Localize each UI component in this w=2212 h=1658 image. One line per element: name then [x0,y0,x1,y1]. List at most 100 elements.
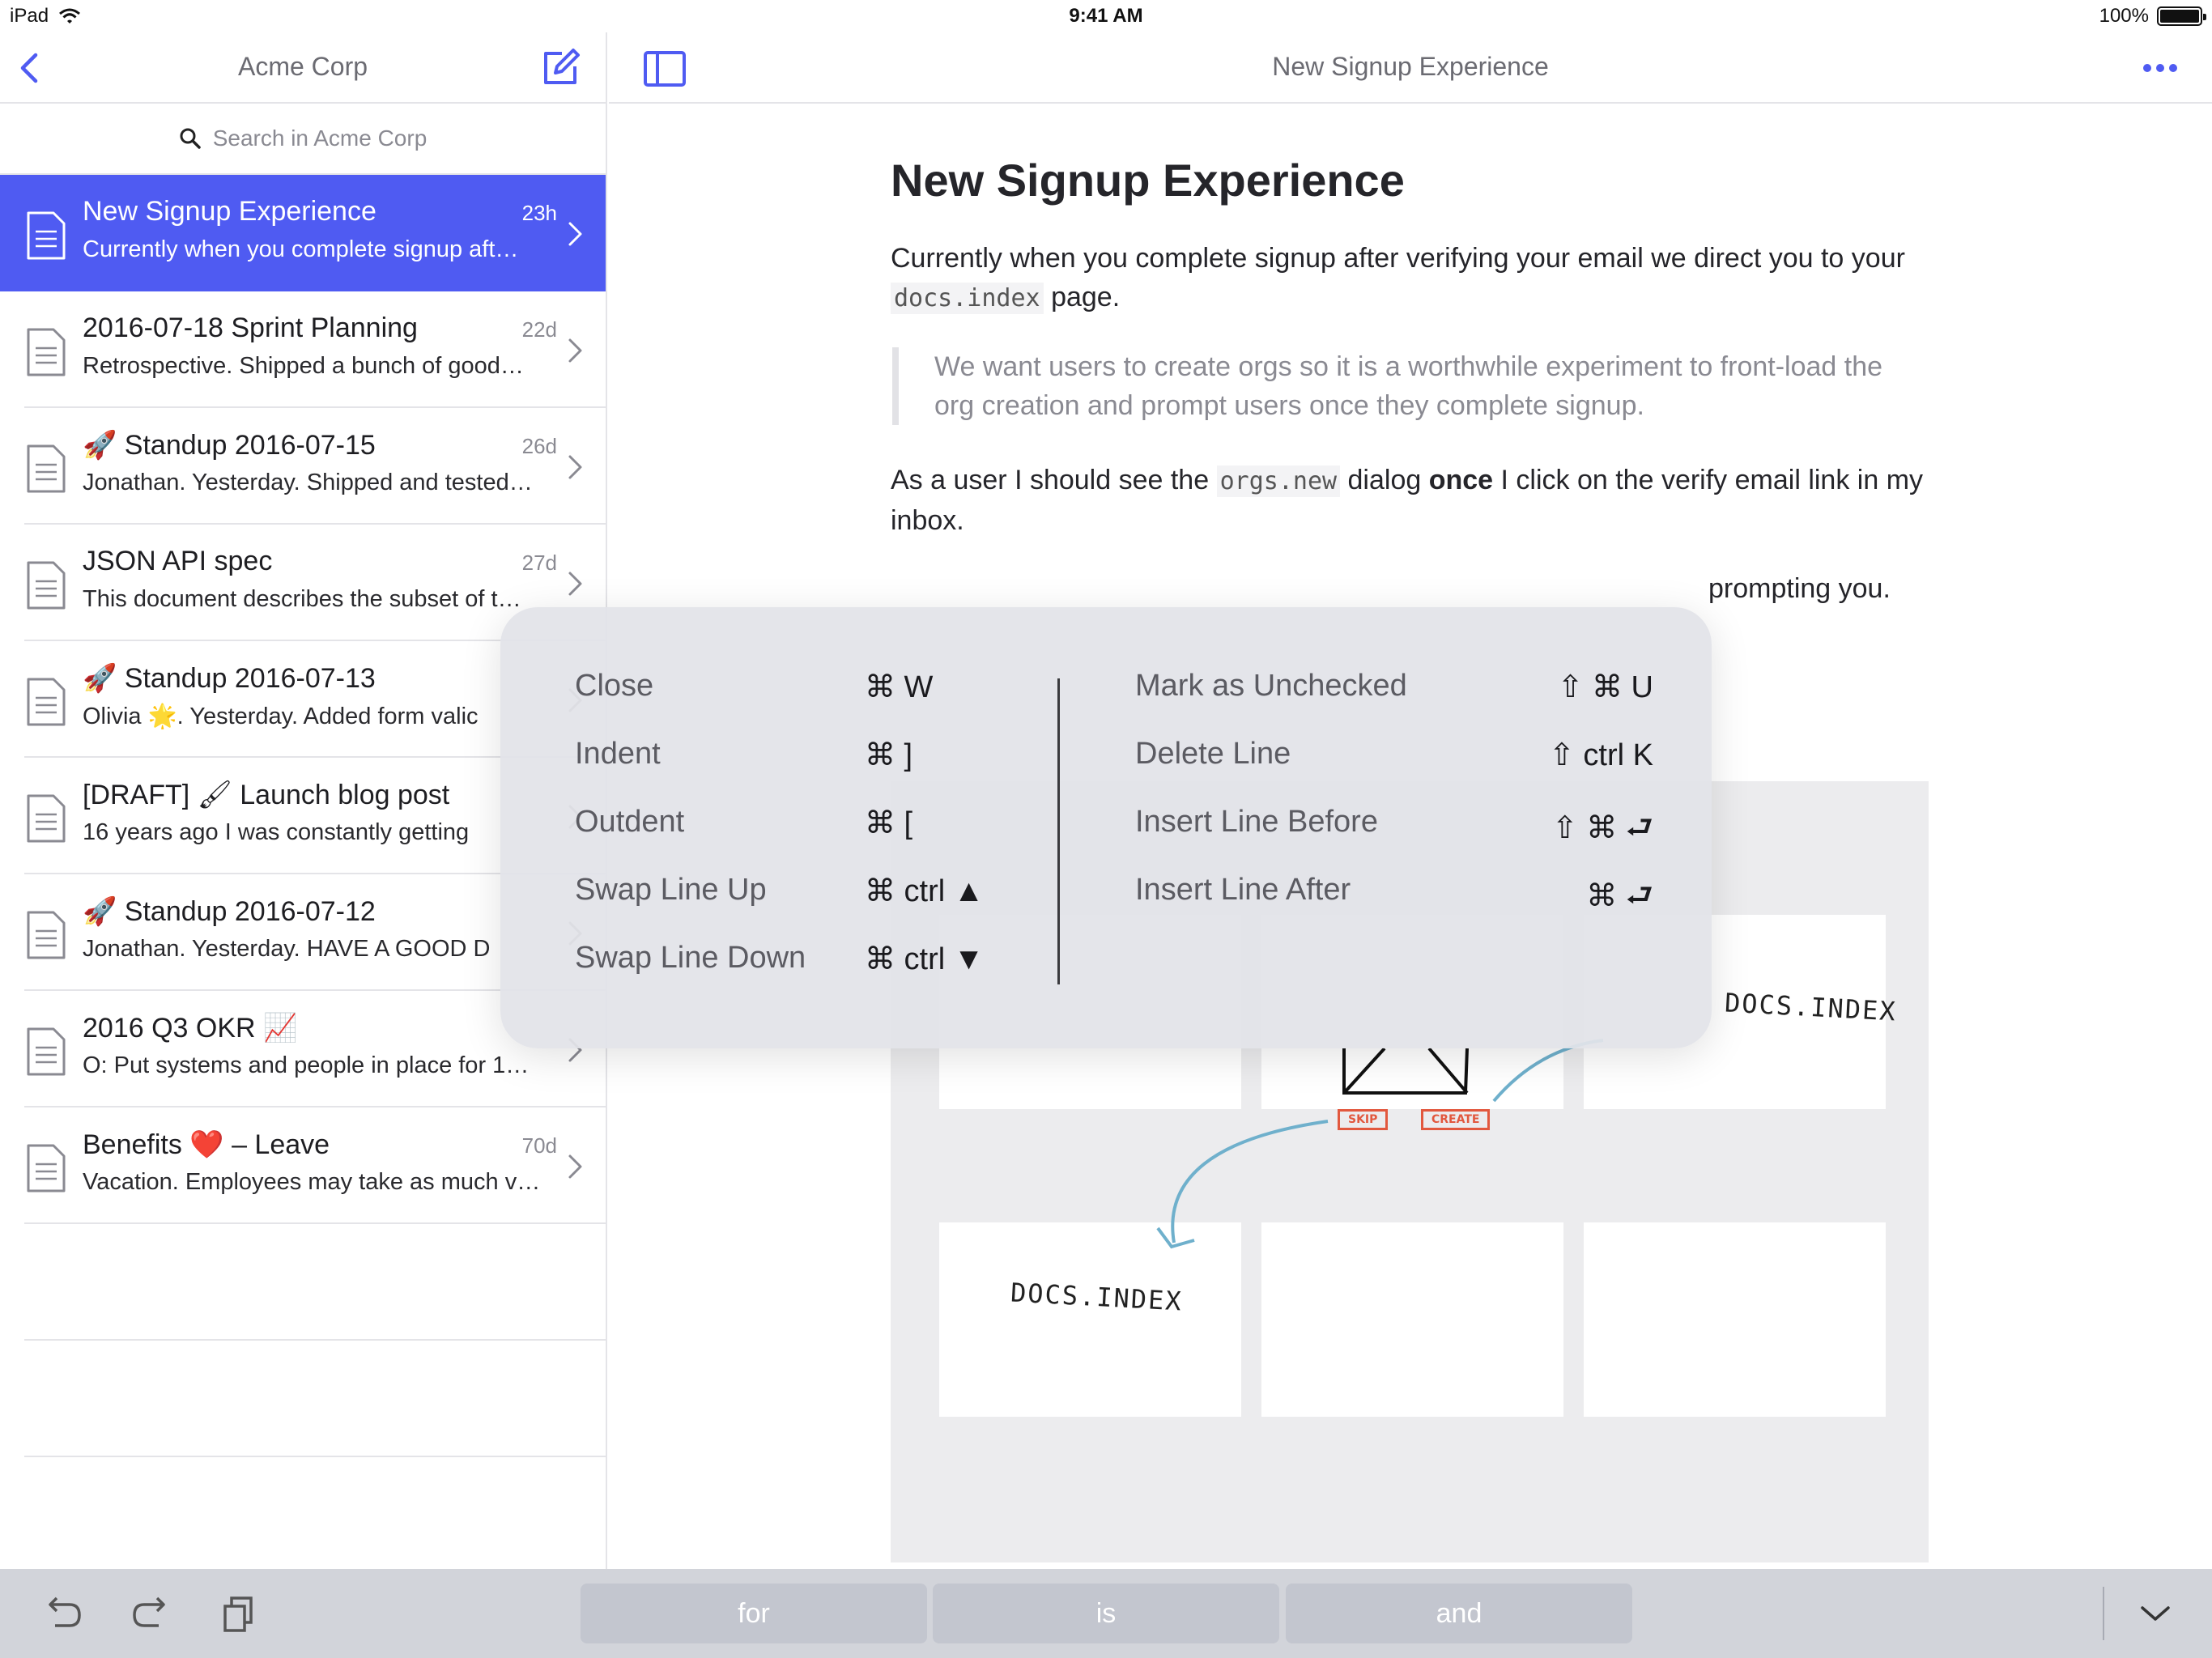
shortcut-keys: ⌘ [ [865,806,913,840]
paragraph: As a user I should see the orgs.new dial… [891,465,1924,536]
document-item-2[interactable]: 2016-07-18 Sprint Planning Retrospective… [24,291,606,408]
search-placeholder: Search in Acme Corp [212,125,428,151]
shortcut-keys: ⌘ ctrl ▲ [865,874,985,908]
document-body[interactable]: New Signup Experience Currently when you… [891,154,1943,637]
shortcut-keys: ⇧ ⌘ ⮐ [1551,811,1653,845]
hide-keyboard-icon[interactable] [2134,1593,2176,1634]
shortcut-keys: ⌘ ctrl ▼ [865,942,985,976]
shortcut-keys: ⌘ ⮐ [1586,879,1653,913]
document-title: 2016 Q3 OKR 📈 [83,1013,298,1044]
paragraph: prompting you. [891,569,1935,608]
document-title: JSON API spec [83,546,273,576]
shortcut-name: Swap Line Up [575,873,767,907]
chevron-right-icon [568,455,582,479]
document-icon [27,1144,66,1192]
collection-title: Acme Corp [237,52,368,81]
compose-icon[interactable] [539,47,581,89]
suggestion-is[interactable]: is [933,1584,1279,1643]
document-title: New Signup Experience [83,196,376,227]
shortcut-row: Close ⌘ W [575,669,1142,717]
paragraph: Currently when you complete signup after… [891,243,1905,314]
shortcut-name: Mark as Unchecked [1135,669,1407,703]
shortcut-row: Swap Line Down ⌘ ctrl ▼ [575,941,1142,989]
shortcut-name: Insert Line After [1135,873,1351,907]
keyboard-shortcuts-overlay: Close ⌘ W Indent ⌘ ] Outdent ⌘ [ Swap Line Up ⌘… [500,607,1712,1048]
suggestion-for[interactable]: for [581,1584,927,1643]
shortcut-row: Mark as Unchecked ⇧ ⌘ U [1135,669,1653,717]
document-icon [27,211,66,260]
shortcut-name: Swap Line Down [575,941,806,975]
search-bar[interactable]: Search in Acme Corp [0,104,606,175]
shortcut-name: Indent [575,737,661,771]
document-snippet: Jonathan. Yesterday. Shipped and tested… [83,470,533,495]
document-icon [27,678,66,726]
search-icon [180,128,201,149]
document-icon [27,328,66,376]
chevron-right-icon [568,222,582,246]
shortcut-keys: ⇧ ⌘ U [1557,670,1653,704]
document-snippet: This document describes the subset of t… [83,586,521,612]
document-title: 🚀 Standup 2016-07-15 [83,430,376,461]
document-icon [27,444,66,493]
shortcut-row: Swap Line Up ⌘ ctrl ▲ [575,873,1142,921]
document-age: 70d [521,1133,557,1158]
clock: 9:41 AM [1069,5,1143,27]
chevron-right-icon [568,1154,582,1179]
shortcut-row: Outdent ⌘ [ [575,805,1142,853]
document-age: 27d [521,551,557,575]
document-snippet: Retrospective. Shipped a bunch of good… [83,353,524,379]
document-icon [27,1027,66,1076]
status-bar: iPad 9:41 AM 100% [0,0,2212,32]
document-item-3[interactable]: 🚀 Standup 2016-07-15 Jonathan. Yesterday… [24,408,606,525]
document-title: 🚀 Standup 2016-07-12 [83,896,376,927]
inline-code: docs.index [891,283,1044,314]
shortcut-keys: ⇧ ctrl K [1549,738,1653,772]
battery-percent: 100% [2099,5,2149,27]
battery-icon [2157,6,2206,26]
document-age: 23h [521,201,557,225]
bold-text: once [1428,465,1494,495]
document-snippet: Currently when you complete signup aft… [83,236,519,262]
document-icon [27,561,66,610]
blockquote: We want users to create orgs so it is a … [892,347,1896,425]
document-title: Benefits ❤️ – Leave [83,1129,330,1160]
document-age: 22d [521,317,557,342]
suggestion-and[interactable]: and [1286,1584,1632,1643]
document-item-9[interactable]: Benefits ❤️ – Leave Vacation. Employees … [24,1107,606,1224]
sidebar-header: Acme Corp [0,32,606,104]
document-snippet: Vacation. Employees may take as much v… [83,1169,541,1195]
editor-header: New Signup Experience [609,32,2212,104]
chevron-right-icon [568,338,582,363]
shortcut-name: Outdent [575,805,685,839]
document-header-title: New Signup Experience [1272,52,1549,81]
document-item-1[interactable]: New Signup Experience Currently when you… [0,175,606,291]
shortcut-name: Close [575,669,654,703]
partially-hidden-text: prompting you. [1708,573,1891,604]
redo-icon[interactable] [130,1593,172,1634]
inline-code: orgs.new [1216,466,1341,497]
shortcut-name: Insert Line Before [1135,805,1378,839]
document-snippet: O: Put systems and people in place for 1… [83,1052,530,1078]
shortcut-row: Indent ⌘ ] [575,737,1142,785]
shortcut-row: Insert Line After ⌘ ⮐ [1135,873,1653,921]
document-heading: New Signup Experience [891,155,1405,206]
empty-list-row [24,1341,606,1457]
document-title: [DRAFT] 🖌 Launch blog post [83,780,450,810]
sketch-skip-button: SKIP [1338,1109,1389,1130]
document-title: 2016-07-18 Sprint Planning [83,312,418,343]
sketch-create-button: CREATE [1421,1109,1491,1130]
shortcut-row: Delete Line ⇧ ctrl K [1135,737,1653,785]
undo-icon[interactable] [42,1593,84,1634]
more-options-icon[interactable] [2141,57,2180,79]
shortcut-keys: ⌘ ] [865,738,913,772]
chevron-right-icon [568,572,582,596]
empty-list-row [24,1224,606,1341]
shortcut-keys: ⌘ W [865,670,934,704]
document-icon [27,794,66,843]
paste-icon[interactable] [219,1593,261,1634]
shortcut-name: Delete Line [1135,737,1291,771]
document-icon [27,911,66,959]
toolbar-separator [2103,1587,2104,1640]
document-title: 🚀 Standup 2016-07-13 [83,663,376,694]
document-age: 26d [521,434,557,458]
